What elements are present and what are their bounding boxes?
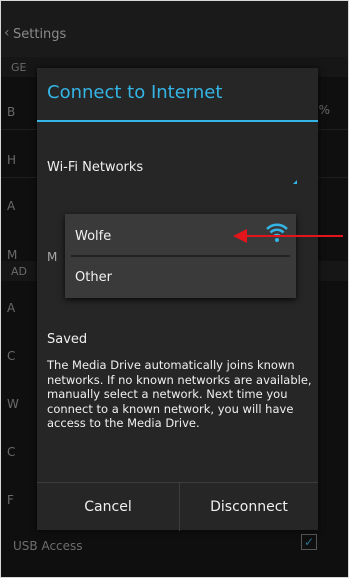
settings-title[interactable]: Settings — [13, 27, 66, 42]
annotation-arrow-line — [245, 235, 343, 237]
screenshot-frame: ‹ Settings GE B % H A M AD A C W C F USB… — [0, 0, 349, 578]
network-item-other[interactable]: Other — [65, 257, 296, 297]
dialog-title: Connect to Internet — [47, 82, 223, 103]
network-item-wolfe[interactable]: Wolfe — [65, 214, 296, 254]
cancel-button[interactable]: Cancel — [37, 483, 180, 531]
title-divider — [37, 120, 318, 122]
network-name: Wolfe — [75, 229, 112, 244]
description-text: The Media Drive automatically joins know… — [47, 358, 312, 430]
network-name: Other — [75, 270, 112, 285]
back-chevron-icon[interactable]: ‹ — [4, 25, 10, 41]
disconnect-button[interactable]: Disconnect — [180, 483, 318, 531]
saved-label: Saved — [47, 332, 88, 347]
wifi-signal-icon — [263, 220, 291, 244]
partial-label: M — [47, 250, 58, 264]
spinner-corner-indicator[interactable] — [293, 180, 297, 184]
wifi-networks-label: Wi-Fi Networks — [47, 160, 144, 175]
dialog-button-bar: Cancel Disconnect — [37, 482, 318, 531]
bg-percent-text: % — [318, 103, 330, 117]
annotation-arrow-head-icon — [233, 229, 247, 243]
usb-access-checkbox[interactable]: ✓ — [301, 534, 317, 550]
settings-action-bar: ‹ Settings — [1, 1, 348, 57]
network-dropdown: Wolfe Other — [65, 214, 296, 298]
usb-access-label[interactable]: USB Access — [13, 539, 83, 553]
connect-dialog: Connect to Internet Wi-Fi Networks M Sav… — [37, 68, 318, 531]
